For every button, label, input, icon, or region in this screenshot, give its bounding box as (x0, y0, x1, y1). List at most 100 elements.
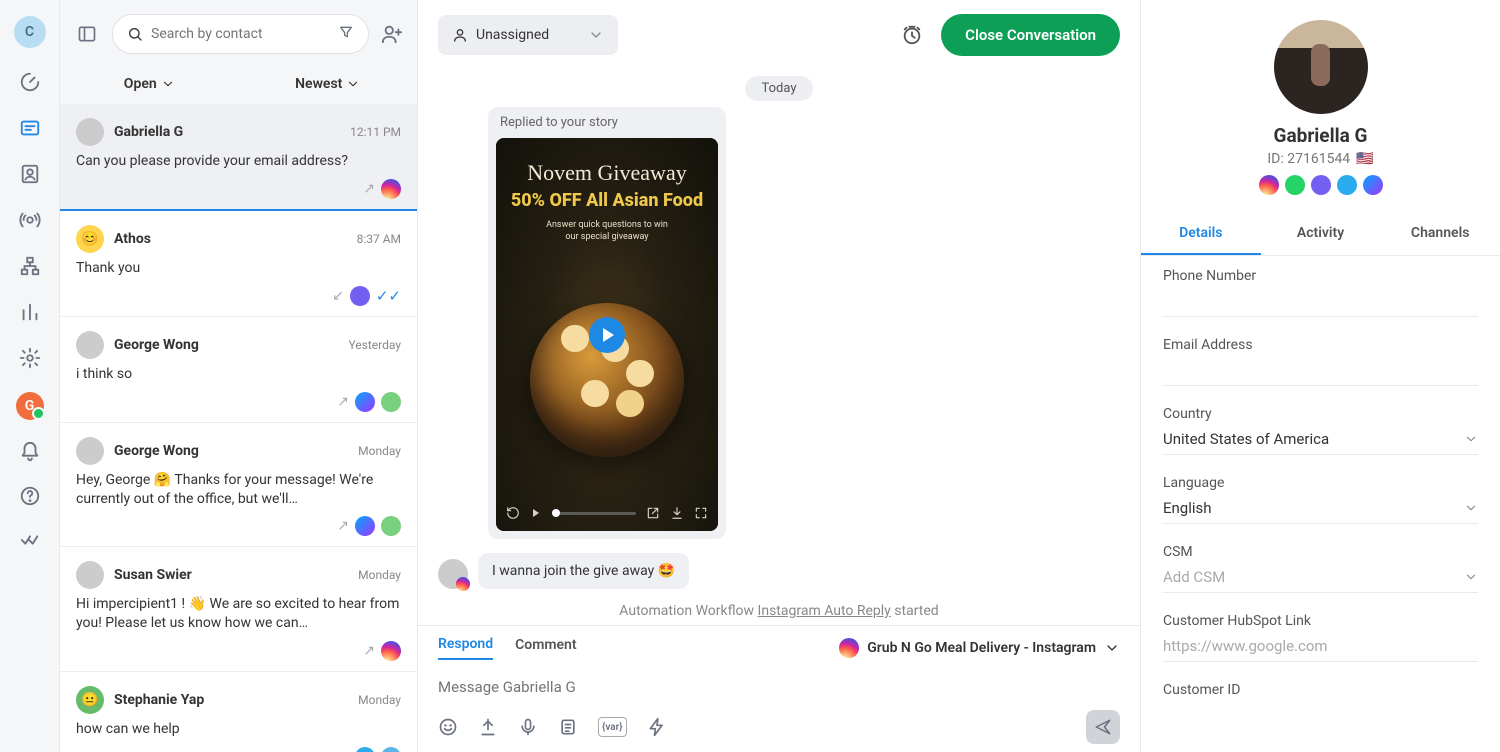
conversation-item[interactable]: 😊Athos8:37 AMThank you↙✓✓ (60, 211, 417, 317)
sort-filter[interactable]: Newest (239, 76, 418, 92)
download-icon[interactable] (670, 506, 684, 520)
channel-selector[interactable]: Grub N Go Meal Delivery - Instagram (839, 638, 1120, 658)
message-preview: Hi impercipient1 ! 👋 We are so excited t… (76, 595, 401, 633)
play-icon[interactable] (589, 317, 625, 353)
chevron-down-icon (1464, 432, 1478, 446)
story-media[interactable]: Novem Giveaway 50% OFF All Asian Food An… (496, 138, 718, 531)
voice-icon[interactable] (518, 717, 538, 737)
search-field[interactable] (151, 26, 330, 42)
language-field[interactable]: English (1163, 499, 1478, 524)
help-icon[interactable] (18, 484, 42, 508)
settings-icon[interactable] (18, 346, 42, 370)
user-avatar[interactable]: G (16, 392, 44, 420)
play-small-icon[interactable] (530, 507, 542, 519)
timestamp: Yesterday (348, 338, 401, 352)
contact-channels (1259, 175, 1383, 195)
send-button[interactable] (1086, 710, 1120, 744)
phone-field[interactable] (1163, 292, 1478, 317)
close-conversation-button[interactable]: Close Conversation (941, 14, 1120, 56)
progress-bar[interactable] (552, 512, 636, 515)
viber-icon[interactable] (1311, 175, 1331, 195)
replied-to-label: Replied to your story (488, 107, 726, 130)
contact-name: George Wong (114, 337, 338, 353)
contacts-icon[interactable] (18, 162, 42, 186)
video-controls[interactable] (502, 501, 712, 525)
variable-icon[interactable]: {var} (598, 717, 627, 737)
open-external-icon[interactable] (646, 506, 660, 520)
brand-icon[interactable] (18, 528, 42, 552)
attachment-icon[interactable] (478, 717, 498, 737)
field-label: Language (1163, 475, 1478, 491)
fullscreen-icon[interactable] (694, 506, 708, 520)
date-separator: Today (438, 76, 1120, 101)
direction-icon: ↗ (363, 643, 375, 659)
message-input[interactable] (438, 670, 1120, 704)
reports-icon[interactable] (18, 300, 42, 324)
filter-icon[interactable] (338, 24, 354, 44)
timestamp: Monday (358, 693, 401, 707)
instagram-icon (839, 638, 859, 658)
collapse-sidebar-icon[interactable] (70, 17, 104, 51)
avatar (76, 118, 104, 146)
conversation-item[interactable]: Susan SwierMondayHi impercipient1 ! 👋 We… (60, 547, 417, 672)
composer: Respond Comment Grub N Go Meal Delivery … (418, 625, 1140, 752)
automation-icon[interactable] (647, 717, 667, 737)
emoji-icon[interactable] (438, 717, 458, 737)
field-label: Email Address (1163, 337, 1478, 353)
conversation-item[interactable]: 😐Stephanie YapMondayhow can we help↗ (60, 672, 417, 752)
instagram-icon[interactable] (1259, 175, 1279, 195)
status-filter[interactable]: Open (60, 76, 239, 92)
broadcast-icon[interactable] (18, 208, 42, 232)
tab-comment[interactable]: Comment (515, 637, 576, 659)
workspace-avatar[interactable]: C (14, 16, 46, 48)
contact-id: ID: 27161544🇺🇸 (1267, 151, 1373, 167)
conversation-item[interactable]: George WongYesterdayi think so↗ (60, 317, 417, 423)
message-preview: how can we help (76, 720, 401, 739)
email-field[interactable] (1163, 361, 1478, 386)
message-preview: i think so (76, 365, 401, 384)
contact-name: George Wong (114, 443, 348, 459)
timestamp: 8:37 AM (357, 232, 401, 246)
tab-respond[interactable]: Respond (438, 636, 493, 660)
sender-avatar (438, 559, 468, 589)
new-conversation-icon[interactable] (377, 23, 407, 45)
snooze-icon[interactable] (895, 18, 929, 52)
notifications-icon[interactable] (18, 440, 42, 464)
whatsapp-icon[interactable] (1285, 175, 1305, 195)
hubspot-field[interactable]: https://www.google.com (1163, 637, 1478, 662)
workflows-icon[interactable] (18, 254, 42, 278)
assignee-dropdown[interactable]: Unassigned (438, 15, 618, 55)
field-label: Country (1163, 406, 1478, 422)
message-preview: Hey, George 🤗 Thanks for your message! W… (76, 471, 401, 509)
field-label: Customer ID (1163, 682, 1478, 698)
messenger-icon[interactable] (1363, 175, 1383, 195)
country-field[interactable]: United States of America (1163, 430, 1478, 455)
chevron-down-icon (161, 77, 175, 91)
workflow-event: Automation Workflow Instagram Auto Reply… (438, 603, 1120, 619)
timestamp: 12:11 PM (350, 125, 401, 139)
snippet-icon[interactable] (558, 717, 578, 737)
search-icon (127, 26, 143, 42)
dashboard-icon[interactable] (18, 70, 42, 94)
messages-scroll[interactable]: Today Replied to your story Novem Giveaw… (418, 70, 1140, 625)
chevron-down-icon (588, 27, 604, 43)
avatar: 😊 (76, 225, 104, 253)
profile-panel: Gabriella G ID: 27161544🇺🇸 Details Activ… (1140, 0, 1500, 752)
conversation-item[interactable]: Gabriella G12:11 PMCan you please provid… (60, 104, 417, 211)
telegram-icon[interactable] (1337, 175, 1357, 195)
csm-field[interactable]: Add CSM (1163, 568, 1478, 593)
user-icon (452, 27, 468, 43)
search-input[interactable] (112, 14, 369, 54)
tab-details[interactable]: Details (1141, 213, 1261, 255)
replay-icon[interactable] (506, 506, 520, 520)
tab-channels[interactable]: Channels (1380, 213, 1500, 255)
workflow-link[interactable]: Instagram Auto Reply (758, 603, 891, 619)
contact-name: Susan Swier (114, 567, 348, 583)
conversation-list: Gabriella G12:11 PMCan you please provid… (60, 104, 417, 752)
conversation-item[interactable]: George WongMondayHey, George 🤗 Thanks fo… (60, 423, 417, 548)
chevron-down-icon (1104, 640, 1120, 656)
tab-activity[interactable]: Activity (1261, 213, 1381, 255)
assignee-label: Unassigned (476, 27, 580, 43)
channel-icon (355, 747, 375, 752)
inbox-icon[interactable] (18, 116, 42, 140)
